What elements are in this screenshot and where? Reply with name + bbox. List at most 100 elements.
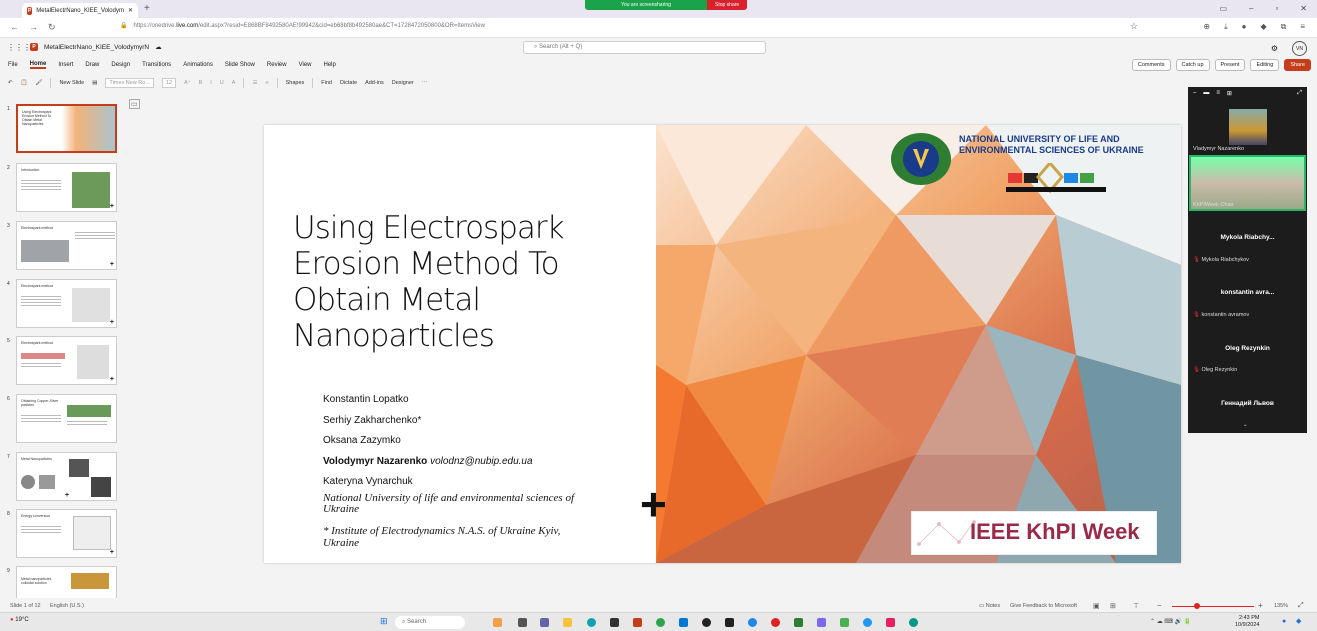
widgets-icon[interactable] [493,618,502,627]
format-painter-icon[interactable]: 🖌 [35,80,42,86]
clock[interactable]: 2:43 PM 10/9/2024 [1235,615,1259,629]
slide-canvas[interactable]: NATIONAL UNIVERSITY OF LIFE AND ENVIRONM… [264,125,1181,563]
dictate-button[interactable]: Dictate [340,80,357,86]
browser-tab[interactable]: P MetalElectrNano_KIEE_Volodym ✕ [22,3,138,18]
participant-tile-name[interactable]: Геннадий Львов [1188,400,1307,407]
profile-icon[interactable]: ● [1242,22,1247,32]
thumbnail-slide-7[interactable]: Metal Nanoparticles + [16,452,117,501]
extension-icon[interactable]: ⊕ [1203,22,1210,32]
layout-icon[interactable]: ≡ [1216,90,1220,96]
affiliation-primary[interactable]: National University of life and environm… [323,493,593,515]
browser-menu-icon[interactable]: ≡ [1300,22,1305,32]
app-icon[interactable] [909,618,918,627]
catch-up-button[interactable]: Catch up [1175,59,1210,71]
find-button[interactable]: Find [321,80,332,86]
avatar[interactable]: VN [1292,41,1307,56]
more-options-icon[interactable]: ⋯ [422,80,428,86]
fit-to-window-icon[interactable]: ⤢ [1298,602,1304,610]
font-name-select[interactable]: Times New Ro... [105,78,154,88]
app-icon[interactable] [840,618,849,627]
settings-icon[interactable]: ⚙ [1271,44,1278,53]
shapes-button[interactable]: Shapes [286,80,305,86]
notes-button[interactable]: ▭ Notes [979,603,1000,609]
edge-icon[interactable] [587,618,596,627]
italic-icon[interactable]: I [210,80,212,86]
thumbnail-slide-1[interactable]: Using Electrospark Erosion Method To Obt… [16,104,117,153]
stop-share-button[interactable]: Stop share [707,0,748,10]
tab-transitions[interactable]: Transitions [142,62,171,68]
notification-icon[interactable]: ● [1282,618,1286,625]
increase-font-icon[interactable]: A⁺ [184,80,191,86]
copilot-icon[interactable]: ◆ [1260,22,1266,32]
thumbnail-slide-5[interactable]: Electrospark method + [16,336,117,385]
slide-title[interactable]: Using Electrospark Erosion Method To Obt… [293,210,623,354]
zoom-in-icon[interactable]: + [1258,601,1263,610]
system-tray-icons[interactable]: ⌃ ☁ ⌨ 🔊 🔋 [1150,618,1191,625]
thumbnail-slide-3[interactable]: Electrospark method + [16,221,117,270]
reading-view-icon[interactable]: ⊤ [1133,602,1139,610]
tab-actions-icon[interactable]: ▭ [1219,4,1227,13]
thumbnail-slide-6[interactable]: Obtaining Copper-Silver particles [16,394,117,443]
thumbnail-slide-2[interactable]: Introduction + [16,163,117,212]
app-icon[interactable] [702,618,711,627]
zoom-slider[interactable] [1172,606,1254,607]
share-button[interactable]: Share [1284,59,1311,71]
collapse-pane-icon[interactable]: ▭ [129,99,140,109]
tab-slide-show[interactable]: Slide Show [225,62,255,68]
tab-file[interactable]: File [8,62,18,68]
store-icon[interactable] [610,618,619,627]
font-size-select[interactable]: 12 [161,78,176,88]
chevron-down-icon[interactable]: ⌄ [1243,422,1248,428]
new-slide-button[interactable]: New Slide [59,80,84,86]
minimize-icon[interactable]: – [1249,4,1253,13]
weather-widget[interactable]: ● 19°C [10,617,29,623]
expand-icon[interactable]: ⤢ [1297,90,1302,97]
participant-tile-name[interactable]: konstantin avra... [1188,289,1307,296]
outlook-icon[interactable] [679,618,688,627]
forward-icon[interactable]: → [29,22,38,33]
align-icon[interactable]: ≡ [265,80,268,86]
task-view-icon[interactable] [518,618,527,627]
zoom-slider-thumb[interactable] [1194,603,1200,609]
app-launcher-icon[interactable]: ⋮⋮⋮ [7,43,31,52]
thumbnail-slide-4[interactable]: Electrospark method + [16,279,117,328]
new-tab-button[interactable]: + [144,3,150,14]
view-icon[interactable]: ▬ [1203,90,1209,96]
paste-icon[interactable]: 📋 [21,80,28,86]
minimize-icon[interactable]: – [1193,90,1196,96]
document-title[interactable]: MetalElectrNano_KIEE_VolodymyrN [44,44,149,51]
zoom-icon[interactable] [748,618,757,627]
editing-mode-button[interactable]: Editing [1250,59,1280,71]
close-tab-icon[interactable]: ✕ [128,7,133,14]
thumbnail-slide-8[interactable]: Energy conversion + [16,509,117,558]
bullets-icon[interactable]: ☰ [252,80,257,86]
undo-icon[interactable]: ↶ [8,80,13,86]
app-icon[interactable] [771,618,780,627]
chrome-icon[interactable] [656,618,665,627]
copilot-taskbar-icon[interactable]: ◆ [1296,617,1301,625]
tab-draw[interactable]: Draw [85,62,99,68]
tab-review[interactable]: Review [267,62,287,68]
layout-icon[interactable]: ▤ [92,80,97,86]
underline-icon[interactable]: U [220,80,224,86]
download-icon[interactable]: ⤓ [1224,22,1228,32]
normal-view-icon[interactable]: ▣ [1093,602,1100,610]
thumbnail-slide-9[interactable]: Metal nanoparticles colloidal solution [16,566,117,598]
grid-icon[interactable]: ⊞ [1227,90,1232,97]
tab-animations[interactable]: Animations [183,62,213,68]
url-field[interactable]: 🔒 https://onedrive.live.com/edit.aspx?re… [120,22,485,30]
participant-tile-name[interactable]: Mykola Riabchy... [1188,234,1307,241]
search-box[interactable]: ⌕ Search (Alt + Q) [523,41,766,54]
font-color-icon[interactable]: A [232,80,236,86]
refresh-icon[interactable]: ↻ [48,22,56,33]
zoom-level[interactable]: 135% [1274,603,1288,609]
tab-insert[interactable]: Insert [58,62,73,68]
add-ins-button[interactable]: Add-ins [365,80,384,86]
tab-view[interactable]: View [299,62,312,68]
comments-button[interactable]: Comments [1131,59,1171,71]
tab-help[interactable]: Help [324,62,336,68]
language-indicator[interactable]: English (U.S.) [50,603,84,609]
teams-icon[interactable] [540,618,549,627]
zoom-out-icon[interactable]: − [1157,601,1162,610]
tab-home[interactable]: Home [29,61,47,69]
